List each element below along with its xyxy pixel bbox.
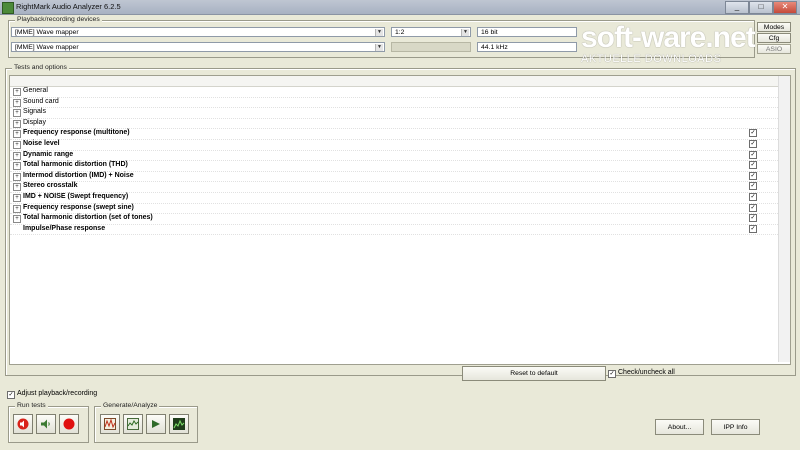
tree-item-label: Display [23,118,46,126]
test-checkbox[interactable] [749,214,757,223]
expand-toggle-icon[interactable]: + [13,215,21,224]
tree-item-label: Noise level [23,140,60,147]
generate-signal-button[interactable] [100,414,120,434]
test-checkbox[interactable] [749,203,757,212]
spectrum-icon [173,418,185,430]
channels-value: 1:2 [395,29,405,36]
test-checkbox[interactable] [749,182,757,191]
sample-rate-select[interactable]: 44.1 kHz [477,42,577,52]
check-all-checkbox[interactable] [608,370,616,378]
generate-signal-icon [104,418,116,430]
app-icon [2,2,14,14]
tests-group-label: Tests and options [12,64,69,71]
test-checkbox[interactable] [749,171,757,180]
play-icon [152,420,160,428]
chevron-down-icon[interactable]: ▼ [375,29,383,36]
tree-item-label: Frequency response (multitone) [23,129,130,137]
watermark: soft-ware.net AKTUELLE DOWNLOADS [581,21,756,65]
tree-item-label: Impulse/Phase response [23,224,106,232]
window-title: RightMark Audio Analyzer 6.2.5 [16,2,121,11]
expand-toggle-icon[interactable]: + [13,130,21,139]
title-bar[interactable]: RightMark Audio Analyzer 6.2.5 _ □ ✕ [0,0,800,15]
bit-depth-select[interactable]: 16 bit [477,27,577,37]
check-all-label: Check/uncheck all [618,369,675,376]
expand-toggle-icon[interactable]: + [13,172,21,181]
adjust-playback-checkbox[interactable] [7,391,15,399]
speaker-icon [41,419,50,429]
test-checkbox[interactable] [749,129,757,138]
play-button[interactable] [146,414,166,434]
expand-toggle-icon[interactable] [13,225,19,232]
minimize-button[interactable]: _ [725,1,749,14]
bit-depth-value: 16 bit [481,29,498,36]
sample-rate-value: 44.1 kHz [481,44,508,51]
tree-item[interactable]: Impulse/Phase response [10,224,778,236]
expand-toggle-icon[interactable]: + [13,183,21,192]
adjust-playback-label: Adjust playback/recording [17,390,98,397]
test-checkbox[interactable] [749,161,757,170]
expand-toggle-icon[interactable]: + [13,98,21,107]
stop-speaker-button[interactable] [13,414,33,434]
tree-item-label: Intermod distortion (IMD) + Noise [23,171,134,179]
modes-button[interactable]: Modes [757,22,791,32]
tree-item-label: Sound card [23,97,59,105]
about-button[interactable]: About... [655,419,704,435]
chevron-down-icon[interactable]: ▼ [461,29,469,36]
tree-item-label: Dynamic range [23,150,74,158]
run-tests-label: Run tests [15,402,48,409]
expand-toggle-icon[interactable]: + [13,204,21,213]
record-icon [63,418,75,430]
expand-toggle-icon[interactable]: + [13,109,21,118]
chevron-down-icon[interactable]: ▼ [375,44,383,51]
expand-toggle-icon[interactable]: + [13,119,21,128]
close-button[interactable]: ✕ [773,1,797,14]
spectrum-button[interactable] [169,414,189,434]
recording-device-value: [MME] Wave mapper [15,44,79,51]
reset-to-default-button[interactable]: Reset to default [462,366,606,381]
watermark-logo: soft-ware.net [581,21,756,54]
channels-select[interactable]: 1:2 ▼ [391,27,471,37]
expand-toggle-icon[interactable]: + [13,151,21,160]
maximize-button[interactable]: □ [749,1,773,14]
recording-device-select[interactable]: [MME] Wave mapper ▼ [11,42,385,52]
asio-button[interactable]: ASIO [757,44,791,54]
expand-toggle-icon[interactable]: + [13,194,21,202]
analyze-icon [127,418,139,430]
tree-item-label: General [23,87,48,94]
playback-device-value: [MME] Wave mapper [15,29,79,36]
test-checkbox[interactable] [749,140,757,148]
speaker-button[interactable] [36,414,56,434]
generate-analyze-label: Generate/Analyze [101,402,160,409]
playback-group-label: Playback/recording devices [15,16,102,23]
tree-item-label: Total harmonic distortion (set of tones) [23,214,153,222]
record-button[interactable] [59,414,79,434]
tests-tree[interactable]: + General + Sound card + Signals + Display + Freq… [9,75,791,365]
tree-item-label: Frequency response (swept sine) [23,203,134,211]
tree-item-label: Signals [23,108,46,116]
expand-toggle-icon[interactable]: + [13,88,21,96]
playback-device-select[interactable]: [MME] Wave mapper ▼ [11,27,385,37]
expand-toggle-icon[interactable]: + [13,141,21,149]
tree-item-label: Total harmonic distortion (THD) [23,161,128,169]
disabled-select [391,42,471,52]
tree-item-label: Stereo crosstalk [23,182,78,190]
tree-item-label: IMD + NOISE (Swept frequency) [23,193,129,200]
test-checkbox[interactable] [749,193,757,201]
expand-toggle-icon[interactable]: + [13,162,21,171]
tree-scrollbar[interactable] [778,76,790,362]
cfg-button[interactable]: Cfg [757,33,791,43]
ipp-info-button[interactable]: IPP Info [711,419,760,435]
stop-speaker-icon [17,418,29,430]
test-checkbox[interactable] [749,150,757,159]
test-checkbox[interactable] [749,224,757,233]
analyze-button[interactable] [123,414,143,434]
